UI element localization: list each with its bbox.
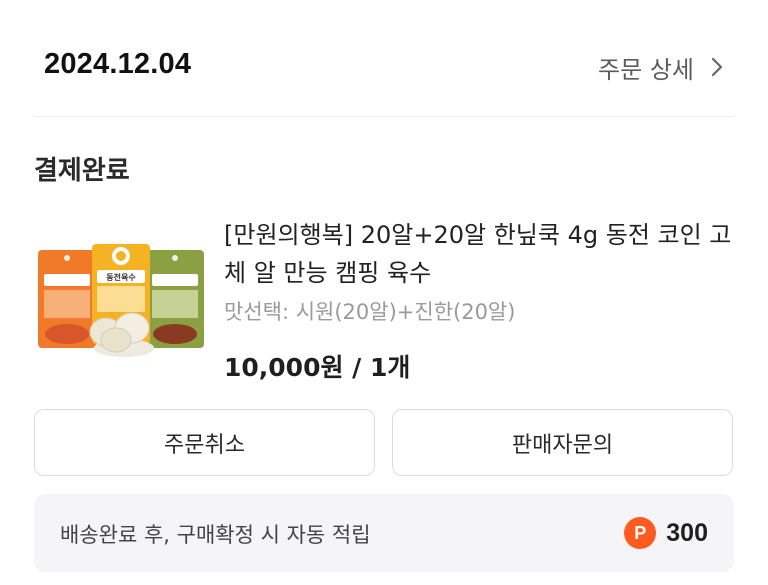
product-thumbnail[interactable]: 동전육수: [34, 228, 206, 363]
package-label: 동전육수: [106, 272, 136, 282]
product-price: 10,000원 / 1개: [224, 353, 411, 382]
chevron-right-icon: [711, 57, 723, 77]
header-divider: [34, 116, 734, 117]
cancel-order-button[interactable]: 주문취소: [34, 409, 375, 476]
point-amount: 300: [666, 518, 708, 547]
product-item[interactable]: 동전육수 [만원의행복] 20알+20알 한닢쿡 4g 동전 코인 고체 알 만…: [34, 208, 734, 388]
product-option: 맛선택: 시원(20알)+진한(20알): [224, 300, 516, 324]
order-status: 결제완료: [34, 156, 130, 186]
point-notice-box: 배송완료 후, 구매확정 시 자동 적립 P 300: [34, 494, 734, 572]
point-amount-group: P 300: [624, 514, 708, 552]
coin-tablets: [89, 312, 154, 357]
point-coin-icon: P: [624, 517, 657, 549]
order-date: 2024.12.04: [44, 48, 192, 80]
order-header: 2024.12.04 주문 상세: [0, 0, 768, 118]
point-notice-text: 배송완료 후, 구매확정 시 자동 적립: [60, 523, 371, 547]
product-title[interactable]: [만원의행복] 20알+20알 한닢쿡 4g 동전 코인 고체 알 만능 캠핑 …: [224, 216, 734, 292]
order-detail-label: 주문 상세: [598, 55, 694, 84]
package-green: [146, 250, 204, 348]
package-orange: [38, 250, 96, 348]
order-detail-link[interactable]: 주문 상세: [598, 48, 730, 86]
seller-inquiry-button[interactable]: 판매자문의: [392, 409, 733, 476]
